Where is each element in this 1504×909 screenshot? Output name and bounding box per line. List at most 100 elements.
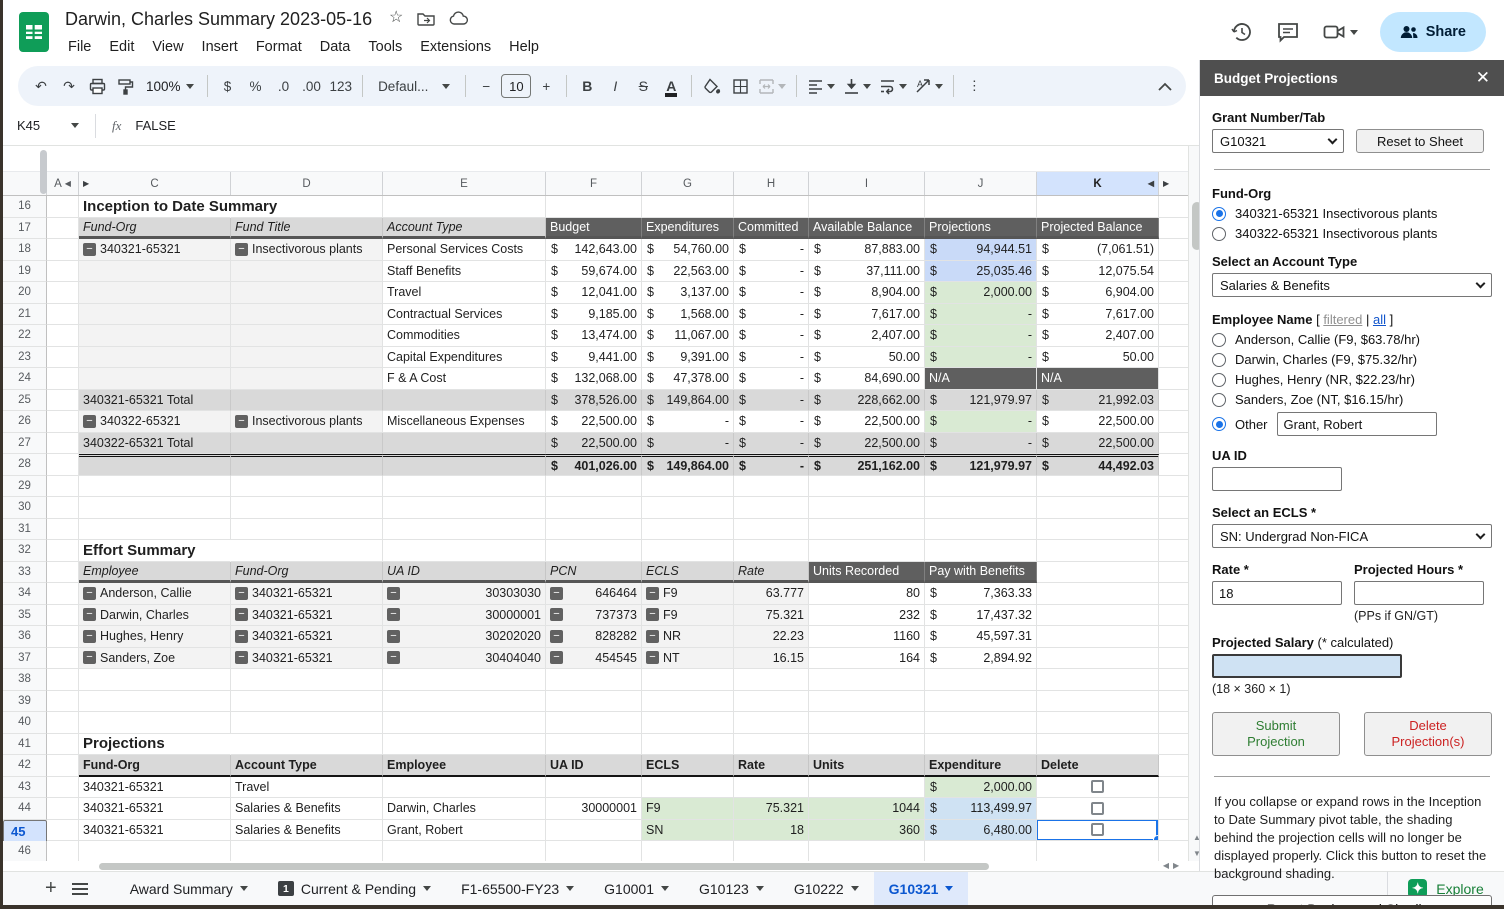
sheet-tab-g10123[interactable]: G10123 [684, 872, 779, 906]
column-header-E[interactable]: E [383, 172, 546, 195]
cell-C26[interactable]: −340322-65321 [79, 411, 231, 433]
cell-I27[interactable]: $22,500.00 [809, 432, 925, 454]
horizontal-scrollbar-thumb[interactable] [99, 863, 989, 870]
cell-J46[interactable] [925, 841, 1037, 861]
cell-F33[interactable]: PCN [546, 561, 642, 583]
cell-J16[interactable] [925, 196, 1037, 218]
cell-K22[interactable]: $2,407.00 [1037, 325, 1159, 347]
cell-T25[interactable] [1159, 389, 1188, 411]
cell-I37[interactable]: 164 [809, 647, 925, 669]
cell-F41[interactable] [546, 733, 642, 755]
cell-A16[interactable] [47, 196, 79, 218]
collapse-group-button[interactable]: − [387, 651, 400, 665]
cell-G26[interactable]: $ - [642, 411, 734, 433]
row-header-17[interactable]: 17 [3, 217, 47, 239]
share-button[interactable]: Share [1379, 12, 1486, 52]
cell-D30[interactable] [231, 497, 383, 519]
row-header-30[interactable]: 30 [3, 497, 47, 519]
menu-view[interactable]: View [143, 36, 192, 58]
cell-H42[interactable]: Rate [734, 755, 809, 777]
cell-E39[interactable] [383, 690, 546, 712]
cell-H30[interactable] [734, 497, 809, 519]
cell-T22[interactable] [1159, 325, 1188, 347]
cell-D38[interactable] [231, 669, 383, 691]
cell-F44[interactable]: 30000001 [546, 798, 642, 820]
cell-C38[interactable] [79, 669, 231, 691]
cell-J31[interactable] [925, 518, 1037, 540]
cell-G36[interactable]: − NR [642, 626, 734, 648]
cell-K19[interactable]: $12,075.54 [1037, 260, 1159, 282]
cell-T24[interactable] [1159, 368, 1188, 390]
filtered-link[interactable]: filtered [1323, 312, 1362, 327]
cell-K16[interactable] [1037, 196, 1159, 218]
cell-J26[interactable]: $ - [925, 411, 1037, 433]
cell-A20[interactable] [47, 282, 79, 304]
sheet-tab-g10222[interactable]: G10222 [779, 872, 874, 906]
cell-A42[interactable] [47, 755, 79, 777]
cell-T45[interactable] [1159, 819, 1188, 841]
cell-E36[interactable]: −30202020 [383, 626, 546, 648]
cell-D27[interactable] [231, 432, 383, 454]
cell-E43[interactable] [383, 776, 546, 798]
cell-I24[interactable]: $84,690.00 [809, 368, 925, 390]
cell-K32[interactable] [1037, 540, 1159, 562]
meet-camera-button[interactable] [1322, 20, 1358, 44]
cell-J20[interactable]: $2,000.00 [925, 282, 1037, 304]
tab-menu-caret[interactable] [945, 886, 954, 891]
cell-E31[interactable] [383, 518, 546, 540]
row-header-41[interactable]: 41 [3, 733, 47, 755]
menu-extensions[interactable]: Extensions [411, 36, 500, 58]
collapse-group-button[interactable]: − [235, 651, 248, 665]
sheet-tab-g10321[interactable]: G10321 [873, 871, 969, 906]
cell-E18[interactable]: Personal Services Costs [383, 239, 546, 261]
more-toolbar-button[interactable]: ⋮ [961, 73, 987, 99]
cell-F29[interactable] [546, 475, 642, 497]
collapse-group-button[interactable]: − [387, 608, 400, 622]
cell-A43[interactable] [47, 776, 79, 798]
cell-F30[interactable] [546, 497, 642, 519]
decrease-decimal-button[interactable]: .0 [271, 73, 297, 99]
row-header-23[interactable]: 23 [3, 346, 47, 368]
cell-I28[interactable]: $251,162.00 [809, 454, 925, 476]
document-title[interactable]: Darwin, Charles Summary 2023-05-16 [65, 9, 372, 30]
cell-H40[interactable] [734, 712, 809, 734]
cell-I20[interactable]: $8,904.00 [809, 282, 925, 304]
cell-G41[interactable] [642, 733, 734, 755]
add-sheet-button[interactable]: + [45, 877, 57, 900]
tab-menu-caret[interactable] [660, 886, 669, 891]
collapse-group-button[interactable]: − [550, 608, 563, 622]
cell-G19[interactable]: $22,563.00 [642, 260, 734, 282]
sheet-tab-current-pending[interactable]: 1 Current & Pending [263, 872, 446, 906]
cell-G35[interactable]: − F9 [642, 604, 734, 626]
cell-I19[interactable]: $37,111.00 [809, 260, 925, 282]
cell-F40[interactable] [546, 712, 642, 734]
menu-file[interactable]: File [59, 36, 100, 58]
row-header-21[interactable]: 21 [3, 303, 47, 325]
cell-A30[interactable] [47, 497, 79, 519]
cell-D20[interactable] [231, 282, 383, 304]
cell-C20[interactable] [79, 282, 231, 304]
cell-C37[interactable]: − Sanders, Zoe [79, 647, 231, 669]
cell-K43[interactable] [1037, 776, 1159, 798]
cell-G40[interactable] [642, 712, 734, 734]
increase-font-size-button[interactable]: + [533, 73, 559, 99]
cell-K45[interactable] [1037, 819, 1159, 841]
cell-H41[interactable] [734, 733, 809, 755]
cell-G23[interactable]: $9,391.00 [642, 346, 734, 368]
cell-D28[interactable] [231, 454, 383, 476]
borders-button[interactable] [727, 73, 753, 99]
cell-G44[interactable]: F9 [642, 798, 734, 820]
cell-J42[interactable]: Expenditure [925, 755, 1037, 777]
cell-C42[interactable]: Fund-Org [79, 755, 231, 777]
row-header-18[interactable]: 18 [3, 239, 47, 261]
horizontal-scrollbar[interactable] [3, 861, 1153, 871]
cell-F45[interactable] [546, 819, 642, 841]
cell-A27[interactable] [47, 432, 79, 454]
all-sheets-button[interactable] [71, 882, 89, 896]
row-header-35[interactable]: 35 [3, 604, 47, 626]
other-employee-input[interactable]: Grant, Robert [1276, 412, 1437, 436]
delete-checkbox[interactable] [1091, 801, 1104, 815]
cell-K42[interactable]: Delete [1037, 755, 1159, 777]
cell-G33[interactable]: ECLS [642, 561, 734, 583]
cell-C33[interactable]: Employee [79, 561, 231, 583]
